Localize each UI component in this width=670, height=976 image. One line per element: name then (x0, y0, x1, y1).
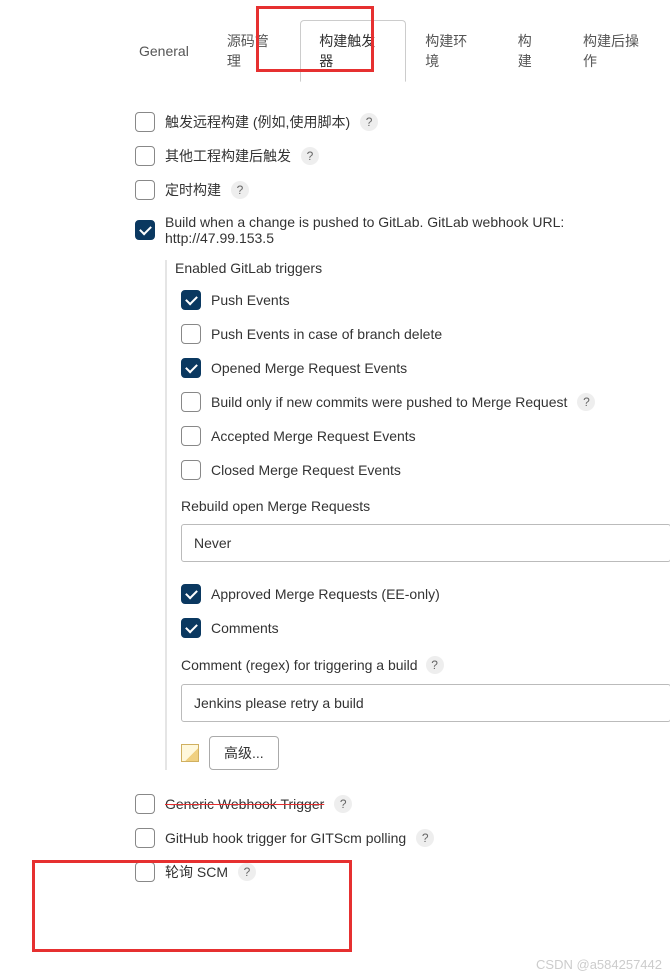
checkbox-opened-mr[interactable] (181, 358, 201, 378)
input-comment-regex[interactable]: Jenkins please retry a build (181, 684, 670, 722)
label-opened-mr: Opened Merge Request Events (211, 360, 407, 376)
label-scheduled: 定时构建 (165, 180, 221, 200)
help-icon[interactable]: ? (301, 147, 319, 165)
checkbox-generic-webhook[interactable] (135, 794, 155, 814)
select-rebuild-mr[interactable]: Never (181, 524, 670, 562)
help-icon[interactable]: ? (360, 113, 378, 131)
help-icon[interactable]: ? (426, 656, 444, 674)
help-icon[interactable]: ? (231, 181, 249, 199)
tab-build[interactable]: 构建 (499, 20, 564, 82)
checkbox-closed-mr[interactable] (181, 460, 201, 480)
checkbox-poll-scm[interactable] (135, 862, 155, 882)
label-build-only-new: Build only if new commits were pushed to… (211, 394, 567, 410)
tab-build-triggers[interactable]: 构建触发器 (300, 20, 406, 82)
section-title-gitlab-triggers: Enabled GitLab triggers (175, 260, 670, 276)
tab-post-build[interactable]: 构建后操作 (564, 20, 670, 82)
note-icon (181, 744, 199, 762)
tab-scm[interactable]: 源码管理 (208, 20, 300, 82)
label-push-events: Push Events (211, 292, 290, 308)
help-icon[interactable]: ? (416, 829, 434, 847)
help-icon[interactable]: ? (577, 393, 595, 411)
label-accepted-mr: Accepted Merge Request Events (211, 428, 416, 444)
tab-build-env[interactable]: 构建环境 (406, 20, 498, 82)
checkbox-after-other[interactable] (135, 146, 155, 166)
checkbox-scheduled[interactable] (135, 180, 155, 200)
checkbox-accepted-mr[interactable] (181, 426, 201, 446)
checkbox-approved-mr[interactable] (181, 584, 201, 604)
checkbox-github-hook[interactable] (135, 828, 155, 848)
watermark: CSDN @a584257442 (536, 957, 662, 972)
help-icon[interactable]: ? (238, 863, 256, 881)
checkbox-push-events[interactable] (181, 290, 201, 310)
label-remote-build: 触发远程构建 (例如,使用脚本) (165, 112, 350, 132)
checkbox-gitlab[interactable] (135, 220, 155, 240)
help-icon[interactable]: ? (334, 795, 352, 813)
label-generic-webhook: Generic Webhook Trigger (165, 796, 324, 812)
checkbox-remote-build[interactable] (135, 112, 155, 132)
label-comments: Comments (211, 620, 279, 636)
label-push-delete: Push Events in case of branch delete (211, 326, 442, 342)
label-poll-scm: 轮询 SCM (165, 862, 228, 882)
label-github-hook: GitHub hook trigger for GITScm polling (165, 830, 406, 846)
label-rebuild-mr: Rebuild open Merge Requests (181, 498, 670, 514)
label-approved-mr: Approved Merge Requests (EE-only) (211, 586, 440, 602)
label-closed-mr: Closed Merge Request Events (211, 462, 401, 478)
tab-general[interactable]: General (120, 32, 208, 70)
label-comment-regex: Comment (regex) for triggering a build ? (181, 656, 670, 674)
label-after-other: 其他工程构建后触发 (165, 146, 291, 166)
advanced-button[interactable]: 高级... (209, 736, 279, 770)
checkbox-build-only-new[interactable] (181, 392, 201, 412)
label-gitlab: Build when a change is pushed to GitLab.… (165, 214, 670, 246)
checkbox-comments[interactable] (181, 618, 201, 638)
checkbox-push-delete[interactable] (181, 324, 201, 344)
